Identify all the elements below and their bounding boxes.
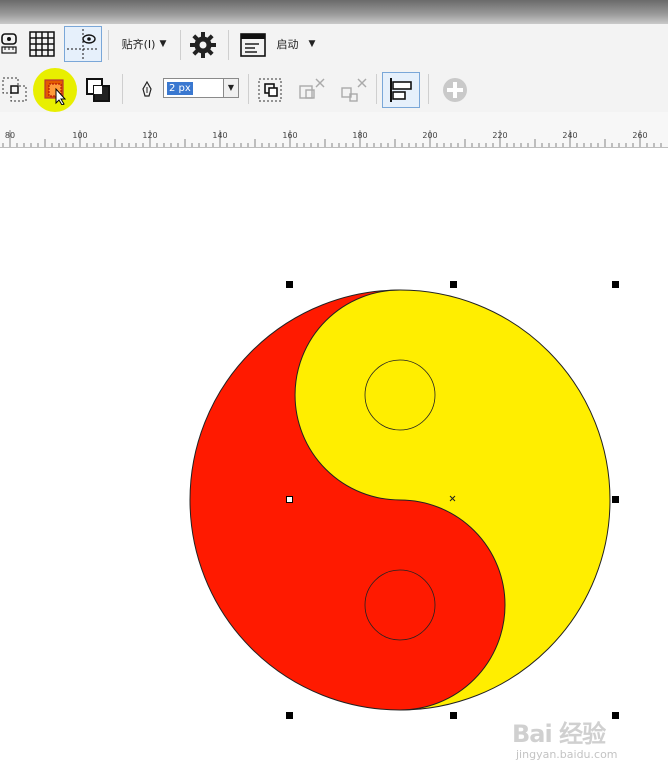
- break-apart-icon: [294, 74, 328, 106]
- ruler-tick-label: 240: [562, 131, 578, 140]
- baidu-watermark: Bai 经验 jingyan.baidu.com: [512, 700, 662, 770]
- ruler-tick-label: 180: [352, 131, 368, 140]
- selection-handle[interactable]: [450, 281, 457, 288]
- combine-icon: [336, 74, 370, 106]
- guidelines-icon[interactable]: [64, 26, 102, 62]
- ruler-tick-label: 100: [72, 131, 88, 140]
- rulers-icon[interactable]: [0, 27, 20, 61]
- selection-handle[interactable]: [286, 496, 293, 503]
- align-distribute-icon[interactable]: [382, 72, 420, 108]
- ruler-tick-label: 120: [142, 131, 158, 140]
- grid-icon[interactable]: [26, 28, 58, 60]
- ruler-tick-label: 140: [212, 131, 228, 140]
- separator: [108, 30, 109, 60]
- separator: [248, 74, 249, 104]
- separator: [180, 30, 181, 60]
- ruler-tick-label: 220: [492, 131, 508, 140]
- selection-handle[interactable]: [450, 712, 457, 719]
- ruler-tick-label: 160: [282, 131, 298, 140]
- chevron-down-icon[interactable]: ▼: [223, 79, 238, 97]
- intersect-icon[interactable]: [82, 74, 114, 106]
- horizontal-ruler[interactable]: 80 100 120 140 160 180 200 220 240 260: [0, 112, 668, 148]
- snap-to-dropdown[interactable]: 贴齐(I) ▼: [114, 32, 174, 56]
- add-icon[interactable]: [438, 74, 472, 106]
- launch-dropdown[interactable]: 启动 ▼: [272, 32, 320, 56]
- create-boundary-icon[interactable]: [254, 74, 286, 106]
- watermark-brand: Bai 经验: [512, 720, 606, 748]
- ruler-tick-label: 260: [632, 131, 648, 140]
- ruler-ticks: [2, 130, 662, 147]
- ruler-tick-label: 80: [4, 131, 16, 140]
- property-bar-bottom: [0, 66, 668, 112]
- trim-icon[interactable]: [38, 74, 72, 106]
- property-bar-top: 贴齐(I) ▼ 启动 ▼: [0, 24, 668, 67]
- separator: [376, 74, 377, 104]
- outline-width-value[interactable]: 2 px: [167, 82, 193, 95]
- chevron-down-icon: ▼: [308, 39, 316, 49]
- pen-nib-icon: [138, 78, 156, 102]
- outline-width-combo[interactable]: 2 px ▼: [163, 78, 239, 98]
- drawing-canvas[interactable]: [0, 148, 668, 775]
- selection-handle[interactable]: [612, 281, 619, 288]
- separator: [122, 74, 123, 104]
- separator: [228, 30, 229, 60]
- window-launch-icon[interactable]: [236, 29, 270, 61]
- snap-label: 贴齐(I): [121, 38, 156, 51]
- selection-handle[interactable]: [612, 496, 619, 503]
- separator: [428, 74, 429, 104]
- watermark-url: jingyan.baidu.com: [516, 748, 618, 761]
- chevron-down-icon: ▼: [159, 39, 167, 49]
- launch-label: 启动: [276, 38, 299, 51]
- selection-handle[interactable]: [286, 281, 293, 288]
- weld-icon[interactable]: [0, 74, 30, 106]
- gear-icon[interactable]: [186, 29, 220, 61]
- ruler-tick-label: 200: [422, 131, 438, 140]
- selection-handle[interactable]: [286, 712, 293, 719]
- window-title-bar: [0, 0, 668, 24]
